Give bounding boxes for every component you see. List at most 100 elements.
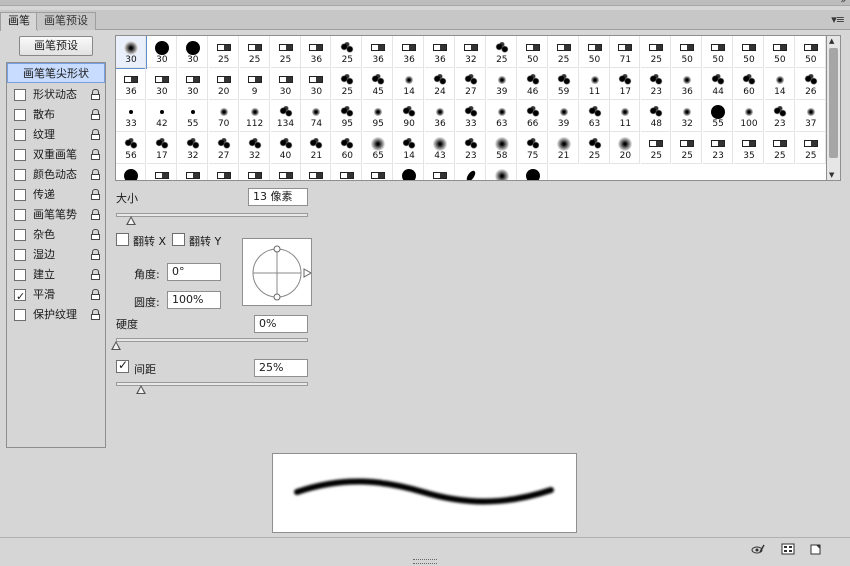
hardness-field[interactable]: 0% (254, 315, 308, 333)
brush-tip[interactable] (487, 164, 517, 180)
brush-tip[interactable] (363, 164, 394, 180)
tab-brush[interactable]: 画笔 (0, 12, 38, 31)
brush-tip[interactable]: 32 (177, 132, 208, 164)
brush-tip[interactable] (271, 164, 301, 180)
brush-tip[interactable]: 63 (579, 100, 610, 132)
brush-tip[interactable]: 23 (764, 100, 795, 132)
lock-icon[interactable] (91, 169, 100, 180)
brush-tip[interactable]: 20 (208, 68, 239, 100)
brush-option-checkbox[interactable] (14, 109, 26, 121)
brush-tip[interactable]: 50 (795, 36, 826, 68)
brush-tip[interactable]: 66 (517, 100, 548, 132)
brush-tip[interactable]: 42 (146, 100, 177, 132)
brush-option-2[interactable]: 散布 (7, 105, 105, 125)
brush-tip[interactable] (240, 164, 270, 180)
brush-tip[interactable]: 100 (734, 100, 764, 132)
brush-tip[interactable]: 25 (208, 36, 239, 68)
brush-tip[interactable]: 50 (672, 36, 703, 68)
brush-grid-icon[interactable] (781, 543, 795, 555)
brush-tip[interactable]: 25 (641, 36, 672, 68)
brush-tip[interactable]: 48 (641, 100, 672, 132)
brush-tip[interactable]: 36 (301, 36, 332, 68)
brush-option-7[interactable]: 画笔笔势 (7, 205, 105, 225)
brush-option-9[interactable]: 湿边 (7, 245, 105, 265)
brush-tip[interactable]: 39 (548, 100, 579, 132)
brush-tip[interactable]: 90 (394, 100, 425, 132)
brush-option-checkbox[interactable] (14, 169, 26, 181)
brush-option-checkbox[interactable] (14, 89, 26, 101)
brush-tip[interactable]: 21 (301, 132, 332, 164)
brush-tip[interactable]: 32 (239, 132, 270, 164)
roundness-field[interactable]: 100% (167, 291, 221, 309)
brush-tip[interactable]: 25 (332, 36, 363, 68)
hardness-slider-thumb[interactable] (111, 341, 121, 350)
brush-tip[interactable]: 30 (146, 36, 177, 68)
brush-tip[interactable]: 43 (425, 132, 455, 164)
spacing-field[interactable]: 25% (254, 359, 308, 377)
brush-option-12[interactable]: 保护纹理 (7, 305, 105, 325)
brush-tip[interactable]: 55 (177, 100, 208, 132)
brush-tip[interactable] (209, 164, 239, 180)
brush-tip[interactable] (425, 164, 455, 180)
brush-tip[interactable]: 45 (363, 68, 394, 100)
brush-tip[interactable]: 24 (425, 68, 455, 100)
brush-option-8[interactable]: 杂色 (7, 225, 105, 245)
brush-tip[interactable]: 55 (703, 100, 734, 132)
lock-icon[interactable] (91, 269, 100, 280)
brush-tip[interactable]: 112 (239, 100, 270, 132)
brush-tip[interactable]: 33 (455, 100, 486, 132)
brush-option-checkbox[interactable] (14, 249, 26, 261)
brush-tip[interactable] (518, 164, 548, 180)
lock-icon[interactable] (91, 189, 100, 200)
angle-roundness-widget[interactable] (242, 238, 313, 306)
brush-option-0[interactable]: 画笔笔尖形状 (7, 63, 105, 83)
brush-tip[interactable]: 60 (332, 132, 363, 164)
brush-tip[interactable]: 25 (795, 132, 826, 164)
brush-option-5[interactable]: 颜色动态 (7, 165, 105, 185)
brush-tip[interactable]: 95 (332, 100, 363, 132)
size-slider-thumb[interactable] (126, 216, 137, 225)
brush-tip[interactable]: 11 (610, 100, 641, 132)
brush-tip[interactable]: 11 (579, 68, 610, 100)
brush-option-checkbox[interactable] (14, 229, 26, 241)
brush-tip[interactable]: 30 (146, 68, 177, 100)
brush-tip[interactable]: 134 (270, 100, 301, 132)
brush-tip[interactable]: 30 (177, 68, 208, 100)
brush-option-6[interactable]: 传递 (7, 185, 105, 205)
brush-tip[interactable]: 40 (270, 132, 301, 164)
brush-tip[interactable]: 58 (486, 132, 517, 164)
lock-icon[interactable] (91, 229, 100, 240)
brush-option-3[interactable]: 纹理 (7, 125, 105, 145)
brush-tip[interactable]: 46 (517, 68, 548, 100)
brush-tip[interactable]: 14 (394, 132, 425, 164)
brush-tip[interactable]: 21 (548, 132, 579, 164)
brush-tip[interactable]: 20 (610, 132, 641, 164)
brush-tip[interactable]: 14 (394, 68, 425, 100)
brush-tip[interactable]: 23 (455, 132, 486, 164)
brush-tip[interactable]: 23 (703, 132, 734, 164)
brush-tip[interactable]: 95 (363, 100, 394, 132)
brush-tip[interactable]: 33 (116, 100, 146, 132)
brush-tip[interactable]: 50 (517, 36, 548, 68)
brush-option-checkbox[interactable] (14, 129, 26, 141)
brush-tip[interactable]: 36 (672, 68, 703, 100)
brush-tip[interactable]: 50 (734, 36, 764, 68)
brush-option-4[interactable]: 双重画笔 (7, 145, 105, 165)
size-slider-track[interactable] (116, 213, 308, 217)
brush-option-checkbox[interactable] (14, 209, 26, 221)
lock-icon[interactable] (91, 209, 100, 220)
brush-option-checkbox[interactable] (14, 149, 26, 161)
lock-icon[interactable] (91, 129, 100, 140)
brush-tip[interactable]: 60 (734, 68, 764, 100)
brush-option-checkbox[interactable] (14, 189, 26, 201)
lock-icon[interactable] (91, 289, 100, 300)
brush-tip[interactable]: 74 (301, 100, 332, 132)
brush-tip[interactable]: 36 (425, 36, 455, 68)
brush-tip[interactable]: 36 (394, 36, 425, 68)
size-field[interactable]: 13 像素 (248, 188, 308, 206)
brush-tip[interactable]: 36 (116, 68, 146, 100)
lock-icon[interactable] (91, 149, 100, 160)
tab-brush-presets[interactable]: 画笔预设 (36, 12, 96, 30)
brush-tip[interactable]: 30 (177, 36, 208, 68)
panel-resize-grip[interactable] (413, 559, 437, 564)
